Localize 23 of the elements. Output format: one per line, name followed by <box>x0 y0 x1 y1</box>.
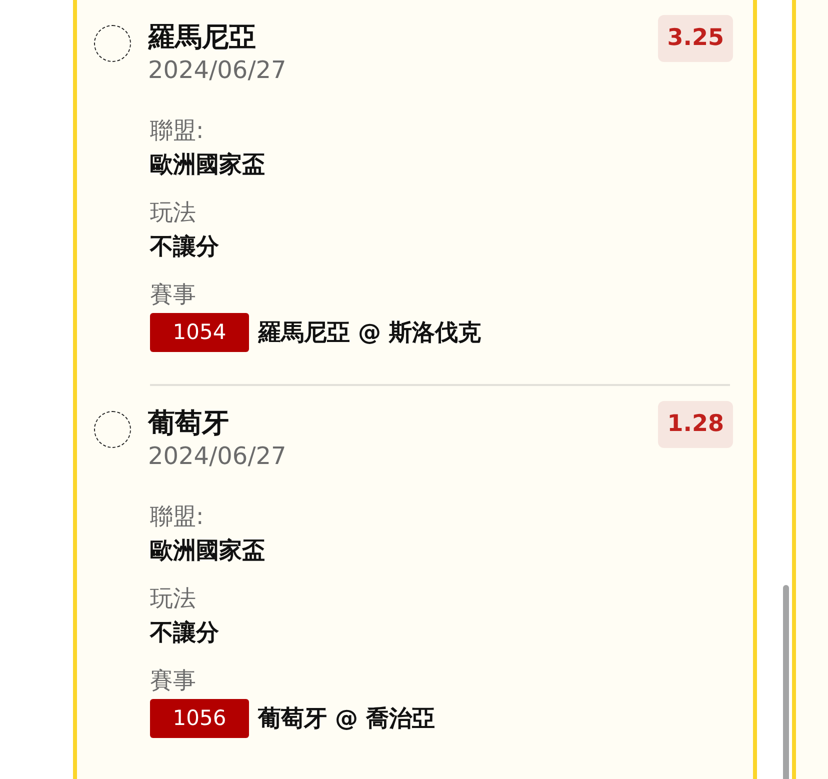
odds-badge: 1.28 <box>658 401 733 448</box>
field-label: 聯盟: <box>150 503 205 532</box>
match-teams: 羅馬尼亞 @ 斯洛伐克 <box>258 319 482 348</box>
selection-name: 羅馬尼亞 <box>148 23 257 53</box>
field-label: 賽事 <box>150 667 197 696</box>
field-label: 玩法 <box>150 585 197 614</box>
match-date: 2024/06/27 <box>148 441 288 471</box>
match-code-badge: 1056 <box>150 699 249 738</box>
match-teams: 葡萄牙 @ 喬治亞 <box>258 705 436 734</box>
scrollbar[interactable] <box>783 585 789 779</box>
field-label: 賽事 <box>150 281 197 310</box>
field-value: 不讓分 <box>150 619 220 648</box>
match-code-badge: 1054 <box>150 313 249 352</box>
match-date: 2024/06/27 <box>148 55 288 85</box>
odds-badge: 3.25 <box>658 15 733 62</box>
field-value: 歐洲國家盃 <box>150 537 266 566</box>
field-label: 聯盟: <box>150 117 205 146</box>
radio-button[interactable] <box>94 411 131 448</box>
field-value: 歐洲國家盃 <box>150 151 266 180</box>
field-value: 不讓分 <box>150 233 220 262</box>
field-label: 玩法 <box>150 199 197 228</box>
radio-button[interactable] <box>94 25 131 62</box>
selection-name: 葡萄牙 <box>148 409 230 439</box>
